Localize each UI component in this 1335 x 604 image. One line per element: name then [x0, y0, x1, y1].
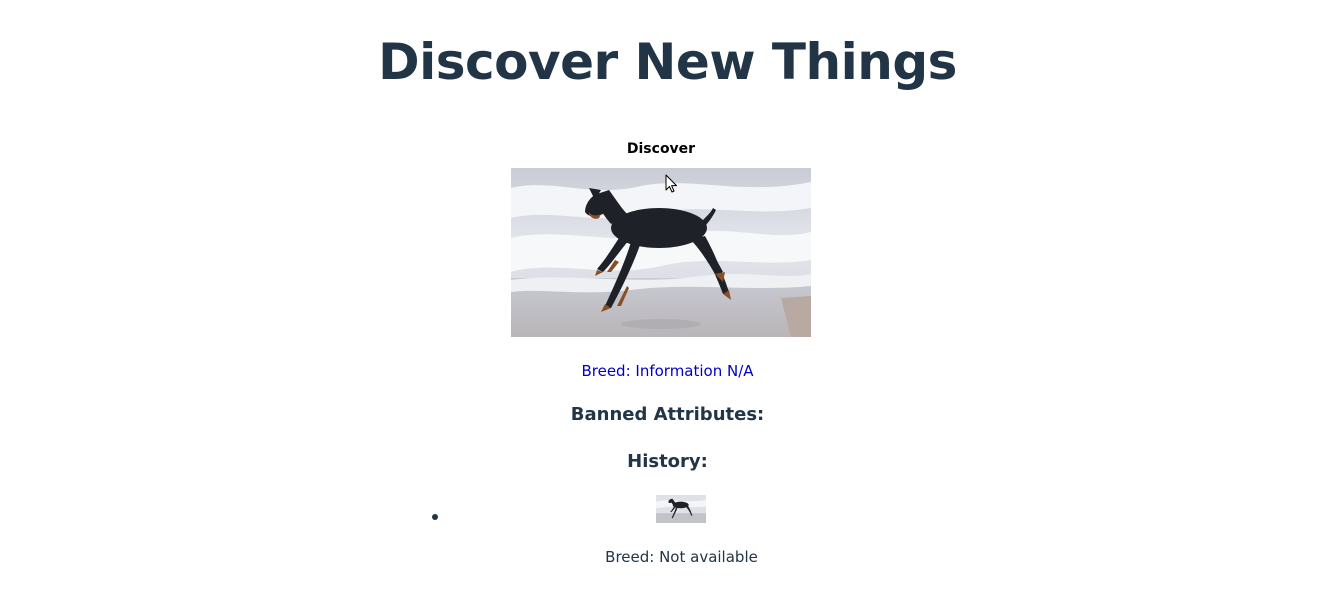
- history-breed-label: Breed: Not available: [605, 548, 758, 566]
- banned-attributes-heading: Banned Attributes:: [570, 404, 765, 425]
- discover-button[interactable]: Discover: [612, 137, 710, 161]
- history-thumbnail: [656, 495, 706, 523]
- breed-link[interactable]: Breed: Information N/A: [0, 362, 1335, 380]
- dog-photo-illustration: [511, 168, 811, 337]
- page-title: Discover New Things: [378, 33, 957, 91]
- list-bullet: [432, 514, 438, 520]
- history-dog-illustration: [656, 495, 706, 523]
- page: Discover New Things Discover Breed: Info…: [0, 0, 1335, 604]
- dog-image[interactable]: [511, 168, 811, 337]
- history-heading: History:: [627, 451, 708, 472]
